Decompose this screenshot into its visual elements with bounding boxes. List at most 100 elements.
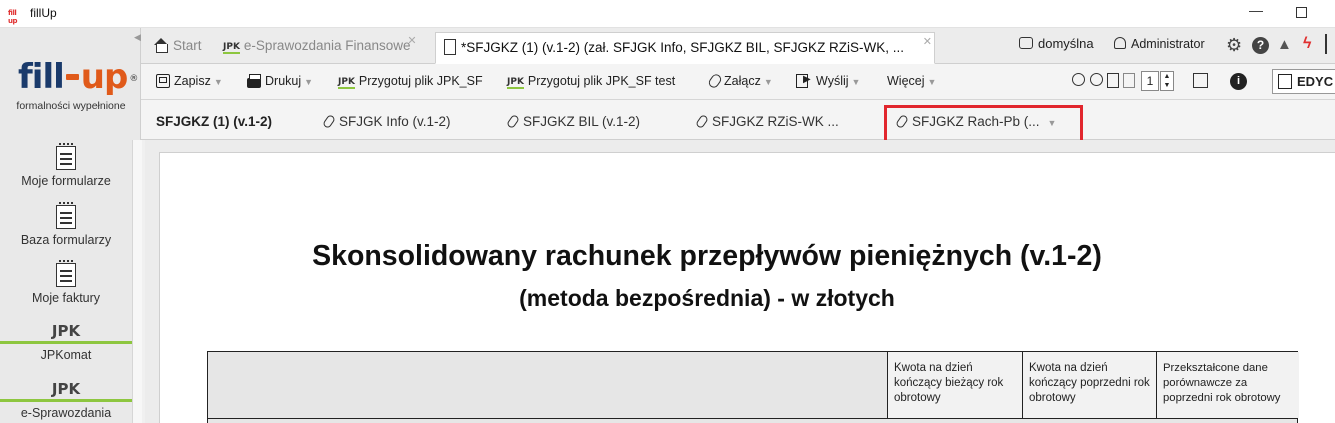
- calendar-icon[interactable]: [1193, 73, 1208, 88]
- subtab-sfjgkz-bil[interactable]: SFJGKZ BIL (v.1-2): [505, 113, 640, 130]
- column-header: Kwota na dzień kończący poprzedni rok ob…: [1022, 352, 1156, 418]
- more-label: Więcej: [887, 74, 925, 88]
- brand-logo: fill up ®: [18, 57, 138, 97]
- jpk-icon: JPK: [0, 380, 132, 402]
- sidebar-item-e-sprawozdania[interactable]: JPK e-Sprawozdania: [0, 380, 132, 420]
- print-dropdown-icon[interactable]: ▼: [304, 77, 313, 87]
- prepare-jpk-button[interactable]: JPK Przygotuj plik JPK_SF: [338, 74, 483, 89]
- subtab-sfjgk-info[interactable]: SFJGK Info (v.1-2): [321, 113, 451, 130]
- user-menu[interactable]: Administrator: [1114, 36, 1205, 51]
- attach-dropdown-icon[interactable]: ▼: [764, 77, 773, 87]
- sidebar-item-jpkomat[interactable]: JPK JPKomat: [0, 322, 132, 362]
- power-icon[interactable]: ϟ: [1303, 35, 1311, 53]
- profile-label: domyślna: [1038, 36, 1094, 51]
- cashflow-table: Kwota na dzień kończący bieżący rok obro…: [207, 351, 1299, 423]
- send-label: Wyślij: [816, 74, 849, 88]
- zoom-out-icon[interactable]: [1072, 73, 1085, 86]
- send-icon: [796, 74, 811, 88]
- tab-label: e-Sprawozdania Finansowe: [243, 38, 411, 53]
- tab-sfjgkz-active[interactable]: *SFJGKZ (1) (v.1-2) (zał. SFJGK Info, SF…: [435, 32, 935, 64]
- save-label: Zapisz: [174, 74, 211, 88]
- fit-width-icon[interactable]: [1123, 73, 1135, 88]
- sidebar: fill up ® formalności wypełnione Moje for…: [0, 28, 142, 423]
- info-icon[interactable]: i: [1230, 73, 1247, 90]
- paperclip-icon: [706, 72, 724, 90]
- column-header: Kwota na dzień kończący bieżący rok obro…: [887, 352, 1022, 418]
- sidebar-scrollbar[interactable]: [132, 140, 142, 423]
- attach-label: Załącz: [724, 74, 761, 88]
- tab-start[interactable]: Start: [145, 32, 210, 64]
- jpk-icon: JPK: [0, 322, 132, 344]
- close-tab-icon[interactable]: ✕: [407, 34, 416, 47]
- save-icon: [156, 74, 170, 88]
- title-bar: fill up fillUp —: [0, 0, 1335, 28]
- edit-label: EDYC: [1297, 74, 1334, 89]
- prepare-jpk-label: Przygotuj plik JPK_SF: [358, 74, 483, 88]
- tab-e-sprawozdania[interactable]: JPK e-Sprawozdania Finansowe ✕: [215, 32, 419, 64]
- paperclip-icon: [505, 113, 521, 130]
- close-tab-icon[interactable]: ✕: [923, 35, 932, 48]
- jpk-icon: JPK: [338, 77, 355, 89]
- print-icon: [247, 74, 261, 88]
- save-dropdown-icon[interactable]: ▼: [214, 77, 223, 87]
- more-button[interactable]: Więcej ▼: [887, 74, 936, 88]
- toolbar: Zapisz ▼ Drukuj ▼ JPK Przygotuj plik JPK_SF…: [141, 64, 1335, 100]
- user-label: Administrator: [1131, 37, 1205, 51]
- form-icon: [56, 202, 76, 229]
- page-number-input[interactable]: 1: [1141, 71, 1159, 91]
- tab-bar: Start JPK e-Sprawozdania Finansowe ✕ *SFJ…: [141, 28, 1335, 64]
- print-label: Drukuj: [265, 74, 302, 88]
- user-icon: [1114, 37, 1126, 49]
- paperclip-icon: [321, 113, 337, 130]
- profile-selector[interactable]: domyślna: [1019, 36, 1094, 51]
- fit-page-icon[interactable]: [1107, 73, 1119, 88]
- invoice-icon: [56, 260, 76, 287]
- collapse-sidebar-icon[interactable]: ◀: [134, 32, 141, 43]
- subtab-label: SFJGKZ (1) (v.1-2): [156, 114, 273, 129]
- help-icon[interactable]: ?: [1252, 37, 1269, 54]
- subtab-sfjgkz-rzis-wk[interactable]: SFJGKZ RZiS-WK ...: [694, 113, 839, 130]
- page-stepper[interactable]: ▲ ▼: [1160, 71, 1174, 91]
- subtab-sfjgkz[interactable]: SFJGKZ (1) (v.1-2): [156, 114, 272, 129]
- home-icon: [153, 38, 169, 53]
- sidebar-item-moje-formularze[interactable]: Moje formularze: [0, 143, 132, 188]
- maximize-button[interactable]: [1296, 7, 1307, 18]
- tab-scroll-icon[interactable]: [1325, 34, 1327, 54]
- app-logo-icon: fill up: [8, 9, 18, 25]
- tab-label: Start: [173, 38, 202, 53]
- sidebar-item-label: JPKomat: [40, 348, 92, 362]
- document-title: Skonsolidowany rachunek przepływów pieni…: [312, 240, 1102, 272]
- more-dropdown-icon[interactable]: ▼: [928, 77, 937, 87]
- edit-icon: [1278, 74, 1292, 89]
- minimize-button[interactable]: —: [1248, 2, 1264, 22]
- settings-gear-icon[interactable]: ⚙: [1226, 36, 1242, 54]
- brand-text-up: up: [80, 57, 129, 97]
- jpk-icon: JPK: [507, 77, 524, 89]
- send-button[interactable]: Wyślij▼: [796, 74, 860, 88]
- sidebar-item-label: Moje formularze: [21, 174, 111, 188]
- column-header: Przekształcone dane porównawcze za poprz…: [1156, 352, 1299, 418]
- sidebar-item-moje-faktury[interactable]: Moje faktury: [0, 260, 132, 305]
- profile-icon: [1019, 37, 1033, 49]
- brand-dot-icon: [65, 73, 79, 80]
- prepare-jpk-test-label: Przygotuj plik JPK_SF test: [527, 74, 676, 88]
- table-divider: [208, 418, 1297, 419]
- save-button[interactable]: Zapisz ▼: [156, 74, 223, 88]
- brand-tagline: formalności wypełnione: [16, 100, 126, 112]
- document-icon: [444, 39, 456, 55]
- sidebar-item-label: Moje faktury: [31, 291, 101, 305]
- prepare-jpk-test-button[interactable]: JPK Przygotuj plik JPK_SF test: [507, 74, 675, 89]
- jpk-icon: JPK: [223, 42, 240, 54]
- form-icon: [56, 143, 76, 170]
- upload-icon[interactable]: ▲: [1277, 37, 1292, 53]
- attach-button[interactable]: Załącz ▼: [706, 72, 773, 90]
- paperclip-icon: [694, 113, 710, 130]
- sidebar-item-label: Baza formularzy: [20, 233, 112, 247]
- edit-button[interactable]: EDYC: [1272, 69, 1335, 94]
- subtab-label: SFJGK Info (v.1-2): [339, 114, 451, 129]
- print-button[interactable]: Drukuj ▼: [247, 74, 313, 88]
- registered-mark: ®: [129, 74, 138, 84]
- zoom-in-icon[interactable]: [1090, 73, 1103, 86]
- sidebar-item-baza-formularzy[interactable]: Baza formularzy: [0, 202, 132, 247]
- send-dropdown-icon[interactable]: ▼: [852, 77, 861, 87]
